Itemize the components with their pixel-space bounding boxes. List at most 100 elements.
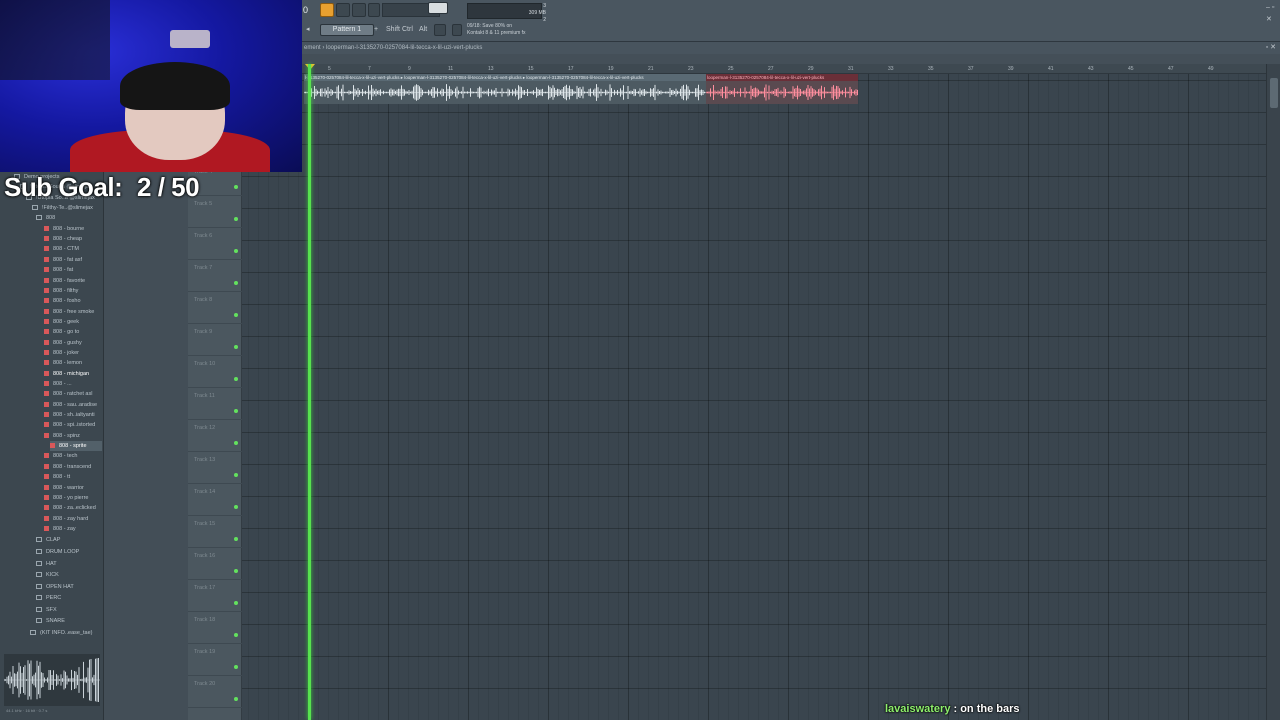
snap-icon[interactable]: [434, 24, 446, 36]
track-header[interactable]: Track 13: [188, 452, 242, 484]
add-pattern-icon[interactable]: +: [374, 24, 378, 36]
browser-file[interactable]: 808 - fat: [44, 265, 102, 275]
browser-folder[interactable]: OPEN HAT: [36, 582, 102, 592]
browser-file[interactable]: 808 - spi..istorted: [44, 420, 102, 430]
track-header[interactable]: Track 7: [188, 260, 242, 292]
track-mute-led[interactable]: [234, 537, 238, 541]
track-mute-led[interactable]: [234, 697, 238, 701]
track-mute-led[interactable]: [234, 249, 238, 253]
track-header[interactable]: Track 11: [188, 388, 242, 420]
audio-file-icon: [44, 236, 49, 242]
menu-icon[interactable]: [452, 24, 462, 36]
track-mute-led[interactable]: [234, 377, 238, 381]
track-header[interactable]: Track 18: [188, 612, 242, 644]
track-header[interactable]: Track 17: [188, 580, 242, 612]
clip-segment-played[interactable]: l-3135270-0257084-lil-tecca-x-lil-uzi-ve…: [304, 74, 706, 104]
wait-button[interactable]: [352, 3, 366, 17]
playhead[interactable]: [308, 64, 311, 720]
sample-preview[interactable]: [4, 654, 100, 706]
browser-file[interactable]: 808 - lemon: [44, 358, 102, 368]
track-header[interactable]: Track 19: [188, 644, 242, 676]
track-header[interactable]: Track 10: [188, 356, 242, 388]
browser-file[interactable]: 808 - tt: [44, 472, 102, 482]
browser-folder[interactable]: SNARE: [36, 616, 102, 626]
browser-file[interactable]: 808 - sh..ialtyanti: [44, 410, 102, 420]
browser-file[interactable]: 808 - yo pierre: [44, 493, 102, 503]
track-header[interactable]: Track 14: [188, 484, 242, 516]
volume-slider[interactable]: [428, 2, 448, 14]
browser-folder[interactable]: (KIT INFO..ease_tae): [30, 628, 102, 638]
browser-file[interactable]: 808 - joker: [44, 348, 102, 358]
shift-key[interactable]: Shift: [386, 24, 400, 36]
playlist-overview[interactable]: [302, 54, 1280, 64]
browser-file[interactable]: 808 - ...: [44, 379, 102, 389]
track-mute-led[interactable]: [234, 633, 238, 637]
ctrl-key[interactable]: Ctrl: [402, 24, 413, 36]
browser-file[interactable]: 808 - fat asf: [44, 255, 102, 265]
track-header[interactable]: Track 15: [188, 516, 242, 548]
browser-file[interactable]: 808 - tech: [44, 451, 102, 461]
track-header[interactable]: Track 9: [188, 324, 242, 356]
browser-file[interactable]: 808 - zay hard: [44, 514, 102, 524]
browser-folder[interactable]: !Filthy-Te..@slimejax: [32, 203, 102, 213]
pattern-selector[interactable]: Pattern 1: [320, 24, 374, 36]
track-header[interactable]: Track 16: [188, 548, 242, 580]
track-header[interactable]: Track 20: [188, 676, 242, 708]
track-mute-led[interactable]: [234, 185, 238, 189]
track-mute-led[interactable]: [234, 281, 238, 285]
browser-file[interactable]: 808 - cheap: [44, 234, 102, 244]
browser-file[interactable]: 808 - free smoke: [44, 307, 102, 317]
tempo-digit[interactable]: 0: [303, 4, 308, 16]
timeline-ruler[interactable]: 5 7 9 11 13 15 17 19 21 23 25 27 29 31 33 35 37 39 41 43 45 4…: [302, 64, 1266, 74]
browser-folder[interactable]: SFX: [36, 605, 102, 615]
browser-file[interactable]: 808 - favorite: [44, 276, 102, 286]
track-header[interactable]: Track 12: [188, 420, 242, 452]
browser-folder[interactable]: CLAP: [36, 535, 102, 545]
browser-folder[interactable]: PERC: [36, 593, 102, 603]
browser-folder[interactable]: KICK: [36, 570, 102, 580]
browser-file[interactable]: 808 - michigan: [44, 369, 102, 379]
browser-file[interactable]: 808 - CTM: [44, 244, 102, 254]
browser-folder[interactable]: DRUM LOOP: [36, 547, 102, 557]
track-mute-led[interactable]: [234, 601, 238, 605]
track-mute-led[interactable]: [234, 665, 238, 669]
audio-clip[interactable]: l-3135270-0257084-lil-tecca-x-lil-uzi-ve…: [304, 74, 858, 104]
browser-file[interactable]: 808 - za..eclicked: [44, 503, 102, 513]
track-mute-led[interactable]: [234, 217, 238, 221]
track-mute-led[interactable]: [234, 505, 238, 509]
browser-file[interactable]: 808 - spinz: [44, 431, 102, 441]
record-button[interactable]: [336, 3, 350, 17]
browser-file[interactable]: 808 - gushy: [44, 338, 102, 348]
browser-file[interactable]: 808 - go to: [44, 327, 102, 337]
alt-key[interactable]: Alt: [419, 24, 427, 36]
browser-file[interactable]: 808 - fosho: [44, 296, 102, 306]
arrow-icon[interactable]: ◂: [306, 24, 310, 36]
browser-file[interactable]: 808 - transcend: [44, 462, 102, 472]
browser-file[interactable]: 808 - filthy: [44, 286, 102, 296]
scrollbar-thumb[interactable]: [1270, 78, 1278, 108]
track-mute-led[interactable]: [234, 441, 238, 445]
metronome-icon[interactable]: [368, 3, 380, 17]
browser-file[interactable]: 808 - geek: [44, 317, 102, 327]
track-header[interactable]: Track 8: [188, 292, 242, 324]
playlist-window-controls[interactable]: ▫ ✕: [1266, 42, 1276, 54]
playlist-grid[interactable]: [242, 74, 1266, 720]
browser-file[interactable]: 808 - sau..aradise: [44, 400, 102, 410]
browser-file[interactable]: 808 - sprite: [50, 441, 102, 452]
browser-file[interactable]: 808 - zay: [44, 524, 102, 534]
browser-file[interactable]: 808 - bourne: [44, 224, 102, 234]
track-mute-led[interactable]: [234, 569, 238, 573]
track-mute-led[interactable]: [234, 345, 238, 349]
track-mute-led[interactable]: [234, 473, 238, 477]
browser-folder[interactable]: HAT: [36, 559, 102, 569]
browser-file[interactable]: 808 - warrior: [44, 483, 102, 493]
play-button[interactable]: [320, 3, 334, 17]
track-header[interactable]: Track 6: [188, 228, 242, 260]
clip-segment-selected[interactable]: looperman-l-3135270-0257084-lil-tecca-x-…: [706, 74, 858, 104]
browser-folder[interactable]: 808: [36, 213, 102, 223]
track-mute-led[interactable]: [234, 313, 238, 317]
vertical-scrollbar[interactable]: [1266, 64, 1280, 720]
window-controls[interactable]: – ▫ ✕: [1266, 2, 1280, 23]
browser-file[interactable]: 808 - ratchet asl: [44, 389, 102, 399]
track-mute-led[interactable]: [234, 409, 238, 413]
